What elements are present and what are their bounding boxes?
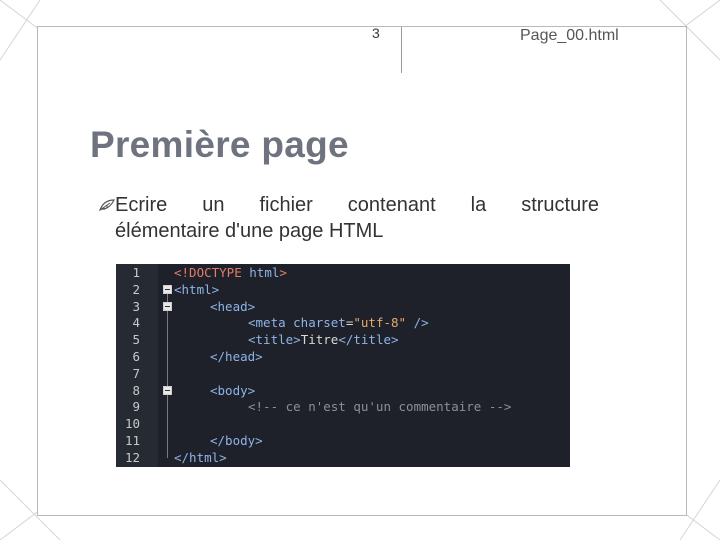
code-line: <!DOCTYPE html> bbox=[174, 264, 287, 281]
page-filename: Page_00.html bbox=[520, 27, 619, 44]
line-number: 5 bbox=[132, 332, 140, 347]
code-token: "utf-8" bbox=[353, 315, 407, 330]
fold-toggle-icon bbox=[163, 285, 172, 294]
code-token: <body> bbox=[210, 383, 256, 398]
code-token: /> bbox=[406, 315, 429, 330]
line-number: 7 bbox=[132, 366, 140, 381]
line-number-gutter: 1 2 3 4 5 6 7 8 9 10 11 12 bbox=[116, 264, 158, 467]
line-number: 1 bbox=[132, 265, 140, 280]
fold-toggle-icon bbox=[163, 386, 172, 395]
code-token: </title> bbox=[338, 332, 399, 347]
line-number: 2 bbox=[132, 282, 140, 297]
code-screenshot: 1 2 3 4 5 6 7 8 9 10 11 12 <!DOCTYPE htm… bbox=[116, 264, 570, 467]
code-token: <!-- ce n'est qu'un commentaire --> bbox=[248, 399, 512, 414]
code-line: </body> bbox=[210, 432, 263, 449]
code-line: <body> bbox=[210, 382, 255, 399]
line-number: 9 bbox=[132, 399, 140, 414]
fold-toggle-icon bbox=[163, 302, 172, 311]
slide-title: Première page bbox=[90, 124, 349, 165]
header-divider bbox=[401, 27, 402, 73]
code-line: </head> bbox=[210, 348, 263, 365]
code-token: Titre bbox=[300, 332, 339, 347]
code-line: <meta charset="utf-8" /> bbox=[248, 314, 429, 331]
code-token: charset bbox=[293, 315, 346, 330]
bullet-text-line2: élémentaire d'une page HTML bbox=[115, 220, 384, 242]
code-token: <title> bbox=[248, 332, 301, 347]
fold-guide bbox=[167, 294, 168, 458]
code-token: > bbox=[279, 265, 287, 280]
code-token: <!DOCTYPE bbox=[174, 265, 250, 280]
code-line: <!-- ce n'est qu'un commentaire --> bbox=[248, 398, 511, 415]
bullet-text-line1: Ecrire un fichier contenant la structure bbox=[115, 194, 599, 216]
code-line: <title>Titre</title> bbox=[248, 331, 399, 348]
line-number: 3 bbox=[132, 299, 140, 314]
code-line: <head> bbox=[210, 298, 255, 315]
code-line: <html> bbox=[174, 281, 219, 298]
code-token: </head> bbox=[210, 349, 263, 364]
line-number: 6 bbox=[132, 349, 140, 364]
code-token: </body> bbox=[210, 433, 263, 448]
code-token: html bbox=[249, 265, 280, 280]
line-number: 10 bbox=[124, 416, 140, 431]
code-token: <head> bbox=[210, 299, 256, 314]
leaf-bullet-icon bbox=[99, 199, 115, 212]
line-number: 12 bbox=[124, 450, 140, 465]
line-number: 8 bbox=[132, 383, 140, 398]
code-line: </html> bbox=[174, 449, 227, 466]
code-token: <meta bbox=[248, 315, 294, 330]
code-token: <html> bbox=[174, 282, 220, 297]
line-number: 4 bbox=[132, 315, 140, 330]
slide-number: 3 bbox=[372, 25, 380, 41]
code-token: </html> bbox=[174, 450, 227, 465]
line-number: 11 bbox=[124, 433, 140, 448]
bullet-item: Ecrire un fichier contenant la structure bbox=[99, 190, 599, 220]
